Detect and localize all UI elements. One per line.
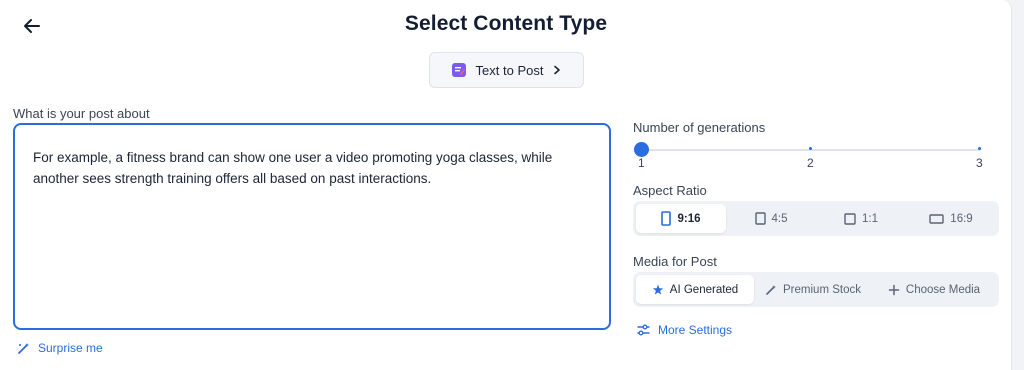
magic-wand-icon	[766, 284, 777, 295]
generations-tick-label-3: 3	[976, 156, 983, 170]
aspect-option-label: 1:1	[862, 212, 878, 225]
plus-icon	[888, 284, 900, 295]
post-topic-label: What is your post about	[13, 106, 150, 121]
generations-label: Number of generations	[633, 120, 766, 135]
page-title: Select Content Type	[404, 12, 608, 35]
generations-tick-2	[809, 147, 812, 150]
aspect-option-9-16[interactable]: 9:16	[636, 204, 726, 233]
media-option-ai-generated[interactable]: AI Generated	[636, 275, 754, 304]
sliders-icon	[637, 324, 650, 336]
media-option-choose-media[interactable]: Choose Media	[872, 275, 996, 304]
landscape-16-9-icon	[929, 213, 944, 224]
content-type-button[interactable]: Text to Post	[429, 52, 584, 88]
sparkle-icon	[652, 284, 663, 295]
post-topic-textarea[interactable]: For example, a fitness brand can show on…	[13, 123, 611, 330]
post-topic-text: For example, a fitness brand can show on…	[33, 150, 553, 186]
generations-slider-thumb[interactable]	[633, 142, 649, 157]
media-option-label: Premium Stock	[783, 283, 861, 296]
magic-wand-icon	[18, 342, 29, 354]
more-settings-button[interactable]: More Settings	[637, 323, 732, 337]
portrait-9-16-icon	[661, 211, 672, 226]
generations-tick-label-2: 2	[807, 156, 814, 170]
media-option-label: Choose Media	[905, 283, 981, 296]
more-settings-label: More Settings	[658, 323, 733, 337]
square-1-1-icon	[844, 212, 856, 225]
surprise-me-label: Surprise me	[38, 341, 103, 355]
chevron-right-icon	[554, 65, 561, 75]
surprise-me-button[interactable]: Surprise me	[17, 341, 103, 355]
aspect-option-1-1[interactable]: 1:1	[816, 204, 906, 233]
generations-tick-label-1: 1	[638, 156, 645, 170]
media-selector: AI Generated Premium Stock Choose Media	[633, 272, 999, 307]
media-option-premium-stock[interactable]: Premium Stock	[754, 275, 872, 304]
aspect-option-4-5[interactable]: 4:5	[726, 204, 816, 233]
content-type-label: Text to Post	[475, 62, 544, 78]
aspect-option-label: 16:9	[950, 212, 973, 225]
media-option-label: AI Generated	[669, 283, 739, 296]
aspect-ratio-label: Aspect Ratio	[633, 183, 707, 198]
aspect-option-16-9[interactable]: 16:9	[906, 204, 996, 233]
media-label: Media for Post	[633, 254, 717, 269]
text-post-icon	[451, 62, 467, 78]
content-type-panel: Select Content Type Text to Post What is…	[0, 0, 1012, 370]
aspect-ratio-selector: 9:16 4:5 1:1 16:9	[633, 201, 999, 236]
generations-tick-3	[978, 147, 981, 150]
portrait-4-5-icon	[754, 212, 766, 225]
aspect-option-label: 4:5	[771, 212, 788, 225]
aspect-option-label: 9:16	[677, 212, 701, 225]
